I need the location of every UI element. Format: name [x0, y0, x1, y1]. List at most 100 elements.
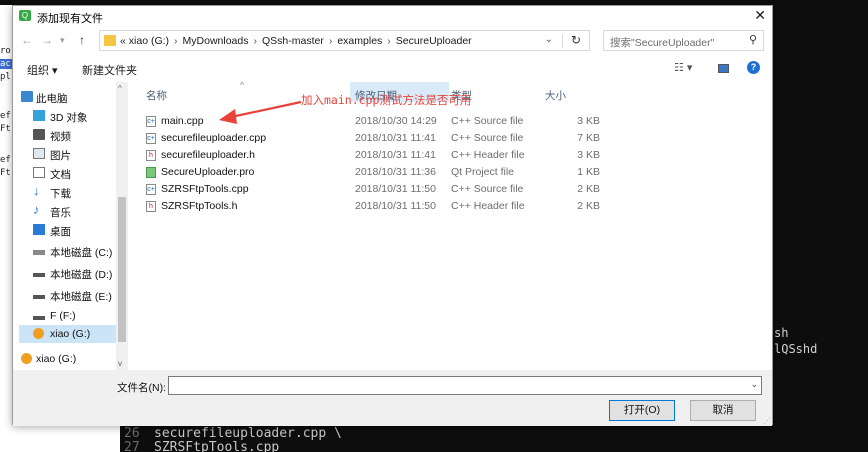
drive-d-icon	[33, 273, 45, 277]
scroll-thumb[interactable]	[118, 197, 126, 342]
file-row[interactable]: c+ SZRSFtpTools.cpp 2018/10/31 11:50 C++…	[140, 181, 620, 198]
address-bar[interactable]: « xiao (G:) › MyDownloads › QSsh-master › exam…	[99, 30, 590, 51]
breadcrumb-item[interactable]: QSsh-master	[262, 35, 324, 47]
terminal-fragment: ef	[0, 111, 11, 121]
sidebar-item-documents[interactable]: 文档	[19, 164, 119, 182]
refresh-icon[interactable]: ↻	[571, 33, 581, 47]
help-icon[interactable]: ?	[747, 61, 760, 74]
scroll-up-icon[interactable]: ^	[118, 84, 122, 93]
search-icon[interactable]: ⚲	[749, 33, 757, 46]
sidebar-item-label: 此电脑	[36, 93, 68, 105]
pictures-icon	[33, 148, 45, 159]
drive-g-icon	[33, 328, 44, 339]
sidebar-item-drive-g[interactable]: xiao (G:)	[19, 325, 119, 343]
qt-project-file-icon	[146, 167, 156, 178]
sidebar-item-label: 桌面	[50, 226, 71, 238]
preview-pane-icon[interactable]	[718, 64, 729, 73]
file-type: C++ Source file	[451, 115, 524, 127]
file-list: 名称 ^ 修改日期 类型 大小 c+ main.cpp 2018/10/30 1…	[140, 80, 768, 370]
breadcrumb-item[interactable]: examples	[337, 35, 382, 47]
file-size: 2 KB	[577, 183, 600, 195]
sidebar-item-this-pc[interactable]: 此电脑	[19, 88, 119, 106]
file-row[interactable]: c+ main.cpp 2018/10/30 14:29 C++ Source …	[140, 113, 620, 130]
up-arrow-icon[interactable]: ↑	[79, 33, 85, 47]
sidebar-item-label: 下载	[50, 188, 71, 200]
computer-icon	[21, 91, 33, 102]
resize-grip-icon[interactable]: ⋰	[763, 416, 771, 425]
cancel-button[interactable]: 取消	[690, 400, 756, 421]
annotation-text: 加入main.cpp测试方法是否可用	[301, 93, 472, 107]
sidebar-item-desktop[interactable]: 桌面	[19, 221, 119, 239]
sidebar-item-label: xiao (G:)	[36, 353, 77, 365]
file-date: 2018/10/31 11:50	[355, 200, 436, 212]
sidebar-item-label: 本地磁盘 (D:)	[50, 269, 113, 281]
terminal-right-panel	[773, 5, 868, 452]
file-size: 3 KB	[577, 149, 600, 161]
cpp-file-icon: c+	[146, 133, 156, 144]
dialog-footer: 文件名(N): ⌄ 打开(O) 取消 ⋰	[13, 370, 772, 426]
sidebar-item-downloads[interactable]: ↓ 下载	[19, 183, 119, 201]
sidebar-item-video[interactable]: 视频	[19, 126, 119, 144]
breadcrumb-item[interactable]: SecureUploader	[396, 35, 472, 47]
header-file-icon: h	[146, 201, 156, 212]
forward-arrow-icon[interactable]: →	[41, 33, 53, 47]
line-number: 27	[124, 440, 140, 452]
sidebar-item-music[interactable]: ♪ 音乐	[19, 202, 119, 220]
sidebar-item-pictures[interactable]: 图片	[19, 145, 119, 163]
sidebar-item-label: 本地磁盘 (E:)	[50, 291, 112, 303]
dialog-title: 添加现有文件	[37, 13, 103, 25]
sidebar-item-drive-g-root[interactable]: xiao (G:)	[19, 350, 119, 368]
line-text: securefileuploader.cpp \	[154, 426, 342, 441]
file-date: 2018/10/31 11:41	[355, 132, 436, 144]
recent-locations-dropdown[interactable]: ▾	[60, 35, 65, 46]
navigation-pane: 此电脑 3D 对象 视频 图片 文档 ↓ 下载 ♪ 音乐 桌面 本地磁盘 (C:…	[19, 82, 129, 370]
close-button[interactable]: ✕	[754, 7, 766, 24]
desktop-icon	[33, 224, 45, 235]
breadcrumb-item[interactable]: xiao (G:)	[129, 35, 169, 47]
new-folder-button[interactable]: 新建文件夹	[82, 62, 137, 78]
sidebar-item-drive-c[interactable]: 本地磁盘 (C:)	[19, 242, 119, 260]
breadcrumb-item[interactable]: MyDownloads	[183, 35, 249, 47]
back-arrow-icon[interactable]: ←	[21, 33, 33, 47]
search-input[interactable]: 搜索"SecureUploader" ⚲	[603, 30, 764, 51]
chevron-right-icon: ›	[328, 35, 333, 47]
chevron-right-icon: ›	[387, 35, 391, 47]
file-row[interactable]: h securefileuploader.h 2018/10/31 11:41 …	[140, 147, 620, 164]
terminal-fragment: ef	[0, 155, 11, 165]
downloads-icon: ↓	[33, 183, 40, 198]
sidebar-item-label: 本地磁盘 (C:)	[50, 247, 113, 259]
navigation-scrollbar[interactable]: ^ v	[116, 82, 128, 370]
breadcrumb-overflow[interactable]: «	[120, 35, 126, 47]
open-button[interactable]: 打开(O)	[609, 400, 675, 421]
filename-field[interactable]: ⌄	[168, 376, 762, 395]
file-name: securefileuploader.h	[161, 149, 255, 161]
file-date: 2018/10/31 11:41	[355, 149, 436, 161]
file-date: 2018/10/31 11:50	[355, 183, 436, 195]
file-date: 2018/10/31 11:36	[355, 166, 436, 178]
terminal-fragment: Ft	[0, 168, 11, 178]
drive-c-icon	[33, 250, 45, 255]
sidebar-item-drive-d[interactable]: 本地磁盘 (D:)	[19, 264, 119, 282]
file-row[interactable]: h SZRSFtpTools.h 2018/10/31 11:50 C++ He…	[140, 198, 620, 215]
add-existing-file-dialog: Q 添加现有文件 ✕ ← → ▾ ↑ « xiao (G:) › MyDownloa…	[12, 5, 773, 426]
column-header-name[interactable]: 名称	[146, 88, 167, 103]
sidebar-item-drive-e[interactable]: 本地磁盘 (E:)	[19, 286, 119, 304]
music-icon: ♪	[33, 202, 40, 217]
file-row[interactable]: c+ securefileuploader.cpp 2018/10/31 11:…	[140, 130, 620, 147]
view-options-icon[interactable]: ☷ ▾	[674, 61, 692, 74]
file-row[interactable]: SecureUploader.pro 2018/10/31 11:36 Qt P…	[140, 164, 620, 181]
column-header-size[interactable]: 大小	[545, 88, 566, 103]
file-name: SZRSFtpTools.cpp	[161, 183, 249, 195]
sidebar-item-label: 文档	[50, 169, 71, 181]
sidebar-item-drive-f[interactable]: F (F:)	[19, 307, 119, 325]
video-icon	[33, 129, 45, 140]
terminal-fragment: lQSshd	[774, 342, 818, 356]
file-type: C++ Source file	[451, 183, 524, 195]
sidebar-item-3d-objects[interactable]: 3D 对象	[19, 107, 119, 125]
organize-button[interactable]: 组织 ▾	[27, 62, 58, 78]
scroll-down-icon[interactable]: v	[118, 359, 122, 368]
sidebar-item-label: F (F:)	[50, 310, 76, 322]
sidebar-item-label: 图片	[50, 150, 71, 162]
chevron-down-icon[interactable]: ⌄	[545, 34, 553, 45]
chevron-down-icon[interactable]: ⌄	[750, 379, 758, 390]
